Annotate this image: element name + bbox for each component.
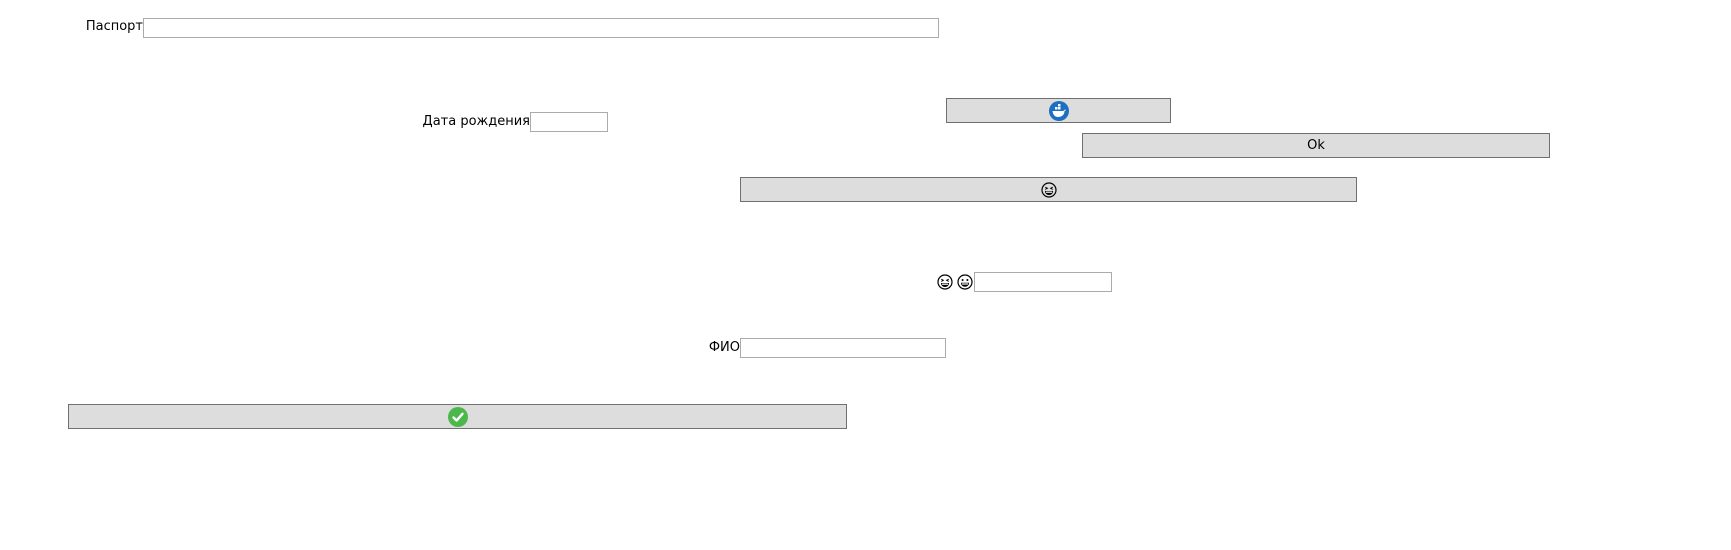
grinning-squint-face-icon [1040, 181, 1057, 198]
grinning-squint-face-icon [937, 274, 953, 290]
fio-input[interactable] [740, 338, 946, 358]
passport-label: Паспорт [85, 19, 143, 34]
birth-date-input[interactable] [530, 112, 608, 132]
check-button[interactable] [68, 404, 847, 429]
docker-whale-icon [1048, 100, 1069, 121]
fio-label: ФИО [708, 340, 740, 355]
passport-input[interactable] [143, 18, 939, 38]
emoji-input[interactable] [974, 272, 1112, 292]
docker-button[interactable] [946, 98, 1171, 123]
birth-date-label: Дата рождения [422, 114, 530, 129]
ok-button[interactable]: Ok [1082, 133, 1550, 158]
check-circle-icon [447, 406, 468, 427]
emoji-button[interactable] [740, 177, 1357, 202]
grinning-face-icon [957, 274, 973, 290]
